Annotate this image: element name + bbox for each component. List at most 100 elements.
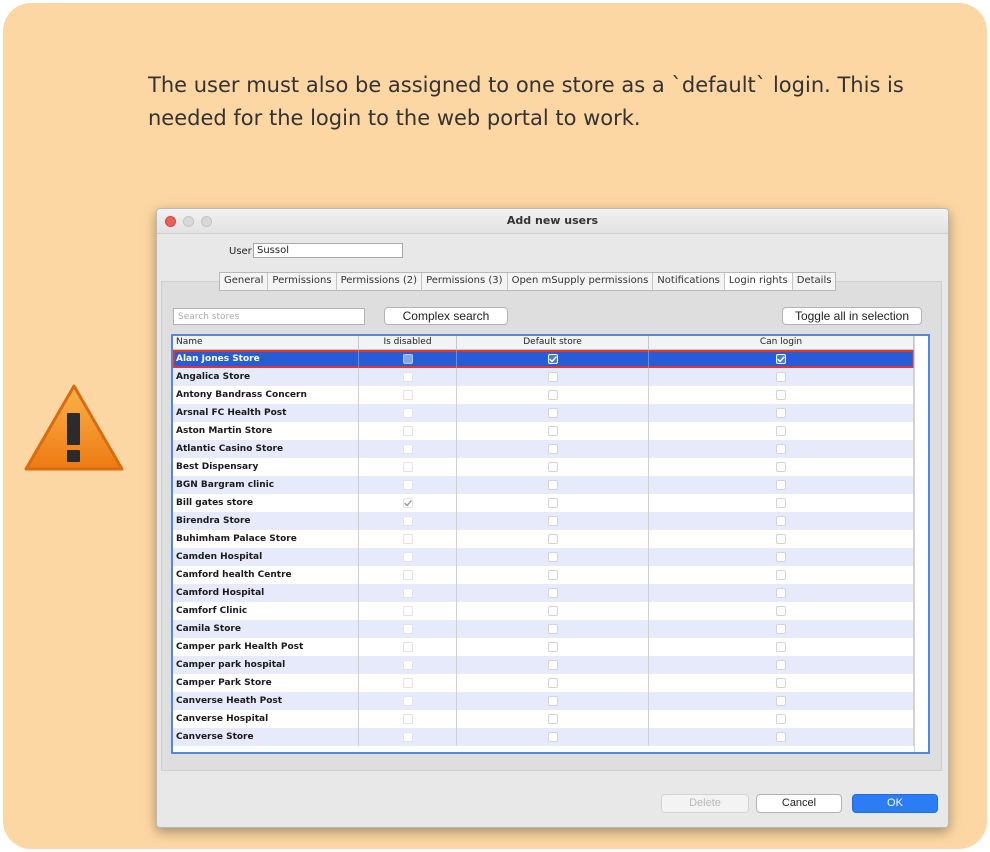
default-store-checkbox[interactable] [547, 660, 558, 670]
default-store-checkbox[interactable] [547, 354, 558, 364]
default-store-cell [457, 584, 649, 602]
is-disabled-cell [359, 728, 457, 746]
can-login-checkbox[interactable] [776, 534, 786, 544]
tab-login-rights[interactable]: Login rights [724, 273, 793, 290]
can-login-checkbox[interactable] [776, 354, 786, 364]
store-name-cell: Aston Martin Store [173, 422, 359, 440]
default-store-checkbox[interactable] [547, 732, 558, 742]
table-row[interactable]: Camforf Clinic [173, 602, 914, 620]
complex-search-button[interactable]: Complex search [384, 307, 508, 325]
is-disabled-checkbox [402, 408, 413, 418]
vertical-scrollbar[interactable] [914, 336, 928, 752]
toggle-all-button[interactable]: Toggle all in selection [782, 307, 922, 325]
table-row[interactable]: Atlantic Casino Store [173, 440, 914, 458]
table-row[interactable]: Camper park Health Post [173, 638, 914, 656]
can-login-checkbox[interactable] [776, 660, 786, 670]
can-login-checkbox[interactable] [776, 732, 786, 742]
default-store-checkbox[interactable] [547, 372, 558, 382]
table-row[interactable]: Canverse Hospital [173, 710, 914, 728]
table-row[interactable]: Arsnal FC Health Post [173, 404, 914, 422]
table-row[interactable]: Aston Martin Store [173, 422, 914, 440]
default-store-checkbox[interactable] [547, 642, 558, 652]
table-row[interactable]: Canverse Heath Post [173, 692, 914, 710]
store-name-cell: BGN Bargram clinic [173, 476, 359, 494]
table-row[interactable]: Birendra Store [173, 512, 914, 530]
column-header-is-disabled[interactable]: Is disabled [359, 336, 457, 349]
default-store-checkbox[interactable] [547, 408, 558, 418]
table-row[interactable]: Camila Store [173, 620, 914, 638]
default-store-checkbox[interactable] [547, 714, 558, 724]
can-login-checkbox[interactable] [776, 570, 786, 580]
can-login-cell [649, 656, 914, 674]
search-stores-input[interactable] [173, 308, 365, 325]
table-row[interactable]: Alan Jones Store [173, 350, 914, 368]
default-store-checkbox[interactable] [547, 696, 558, 706]
default-store-checkbox[interactable] [547, 570, 558, 580]
can-login-checkbox[interactable] [776, 642, 786, 652]
can-login-checkbox[interactable] [776, 624, 786, 634]
default-store-checkbox[interactable] [547, 462, 558, 472]
default-store-checkbox[interactable] [547, 552, 558, 562]
default-store-checkbox[interactable] [547, 678, 558, 688]
default-store-checkbox[interactable] [547, 390, 558, 400]
can-login-checkbox[interactable] [776, 714, 786, 724]
can-login-checkbox[interactable] [776, 588, 786, 598]
can-login-cell [649, 458, 914, 476]
can-login-checkbox[interactable] [776, 516, 786, 526]
default-store-checkbox[interactable] [547, 588, 558, 598]
tab-open-msupply-permissions[interactable]: Open mSupply permissions [508, 273, 654, 290]
table-row[interactable]: Bill gates store [173, 494, 914, 512]
cancel-button[interactable]: Cancel [756, 794, 842, 813]
tab-notifications[interactable]: Notifications [653, 273, 725, 290]
can-login-checkbox[interactable] [776, 498, 786, 508]
column-header-can-login[interactable]: Can login [649, 336, 914, 349]
default-store-checkbox[interactable] [547, 534, 558, 544]
can-login-checkbox[interactable] [776, 426, 786, 436]
is-disabled-checkbox [402, 588, 413, 598]
default-store-checkbox[interactable] [547, 624, 558, 634]
table-row[interactable]: Camford health Centre [173, 566, 914, 584]
can-login-checkbox[interactable] [776, 390, 786, 400]
tab-permissions-2[interactable]: Permissions (2) [337, 273, 423, 290]
default-store-checkbox[interactable] [547, 480, 558, 490]
tab-details[interactable]: Details [793, 273, 836, 290]
default-store-checkbox[interactable] [547, 606, 558, 616]
default-store-cell [457, 512, 649, 530]
column-header-name[interactable]: Name [173, 336, 359, 349]
delete-button[interactable]: Delete [661, 794, 749, 813]
can-login-checkbox[interactable] [776, 606, 786, 616]
ok-button[interactable]: OK [852, 794, 938, 813]
table-row[interactable]: Angalica Store [173, 368, 914, 386]
table-row[interactable]: Camden Hospital [173, 548, 914, 566]
tab-general[interactable]: General [220, 273, 269, 290]
is-disabled-checkbox [402, 624, 413, 634]
default-store-cell [457, 368, 649, 386]
store-name-cell: Camper Park Store [173, 674, 359, 692]
can-login-checkbox[interactable] [776, 444, 786, 454]
table-row[interactable]: Best Dispensary [173, 458, 914, 476]
can-login-checkbox[interactable] [776, 408, 786, 418]
default-store-checkbox[interactable] [547, 426, 558, 436]
default-store-checkbox[interactable] [547, 498, 558, 508]
table-row[interactable]: Camper park hospital [173, 656, 914, 674]
table-row[interactable]: Antony Bandrass Concern [173, 386, 914, 404]
column-header-default-store[interactable]: Default store [457, 336, 649, 349]
table-row[interactable]: Camford Hospital [173, 584, 914, 602]
table-header: Name Is disabled Default store Can login [173, 336, 914, 350]
tab-permissions-3[interactable]: Permissions (3) [422, 273, 508, 290]
can-login-checkbox[interactable] [776, 696, 786, 706]
user-name-field[interactable] [253, 243, 403, 258]
default-store-checkbox[interactable] [547, 444, 558, 454]
table-row[interactable]: Buhimham Palace Store [173, 530, 914, 548]
can-login-checkbox[interactable] [776, 678, 786, 688]
is-disabled-checkbox [402, 606, 413, 616]
table-row[interactable]: Canverse Store [173, 728, 914, 746]
can-login-checkbox[interactable] [776, 480, 786, 490]
tab-permissions[interactable]: Permissions [268, 273, 337, 290]
can-login-checkbox[interactable] [776, 552, 786, 562]
can-login-checkbox[interactable] [776, 372, 786, 382]
can-login-checkbox[interactable] [776, 462, 786, 472]
table-row[interactable]: Camper Park Store [173, 674, 914, 692]
table-row[interactable]: BGN Bargram clinic [173, 476, 914, 494]
default-store-checkbox[interactable] [547, 516, 558, 526]
